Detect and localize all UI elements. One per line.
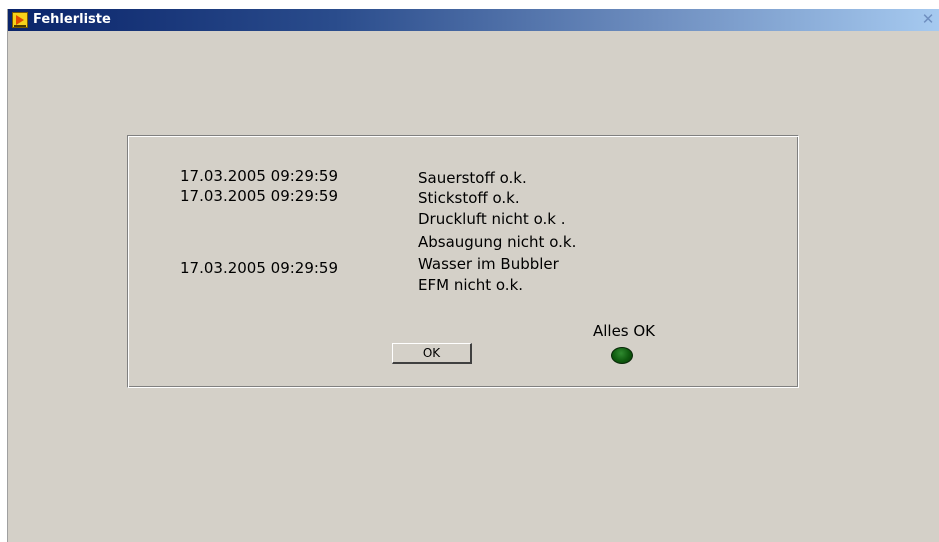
message-3: Absaugung nicht o.k. (418, 233, 577, 251)
message-4: Wasser im Bubbler (418, 255, 559, 273)
status-led-label: Alles OK (592, 322, 656, 340)
ok-button[interactable]: OK (392, 343, 472, 364)
message-2: Druckluft nicht o.k . (418, 210, 566, 228)
timestamp-1: 17.03.2005 09:29:59 (180, 187, 339, 205)
labview-vi-icon (12, 12, 28, 28)
message-1: Stickstoff o.k. (418, 189, 520, 207)
timestamp-0: 17.03.2005 09:29:59 (180, 167, 339, 185)
message-5: EFM nicht o.k. (418, 276, 524, 294)
status-led-indicator (611, 347, 633, 364)
message-0: Sauerstoff o.k. (418, 169, 527, 187)
timestamp-4: 17.03.2005 09:29:59 (180, 259, 339, 277)
close-icon[interactable]: ✕ (920, 12, 936, 27)
title-bar[interactable]: Fehlerliste (8, 9, 939, 31)
window-title: Fehlerliste (33, 12, 111, 27)
